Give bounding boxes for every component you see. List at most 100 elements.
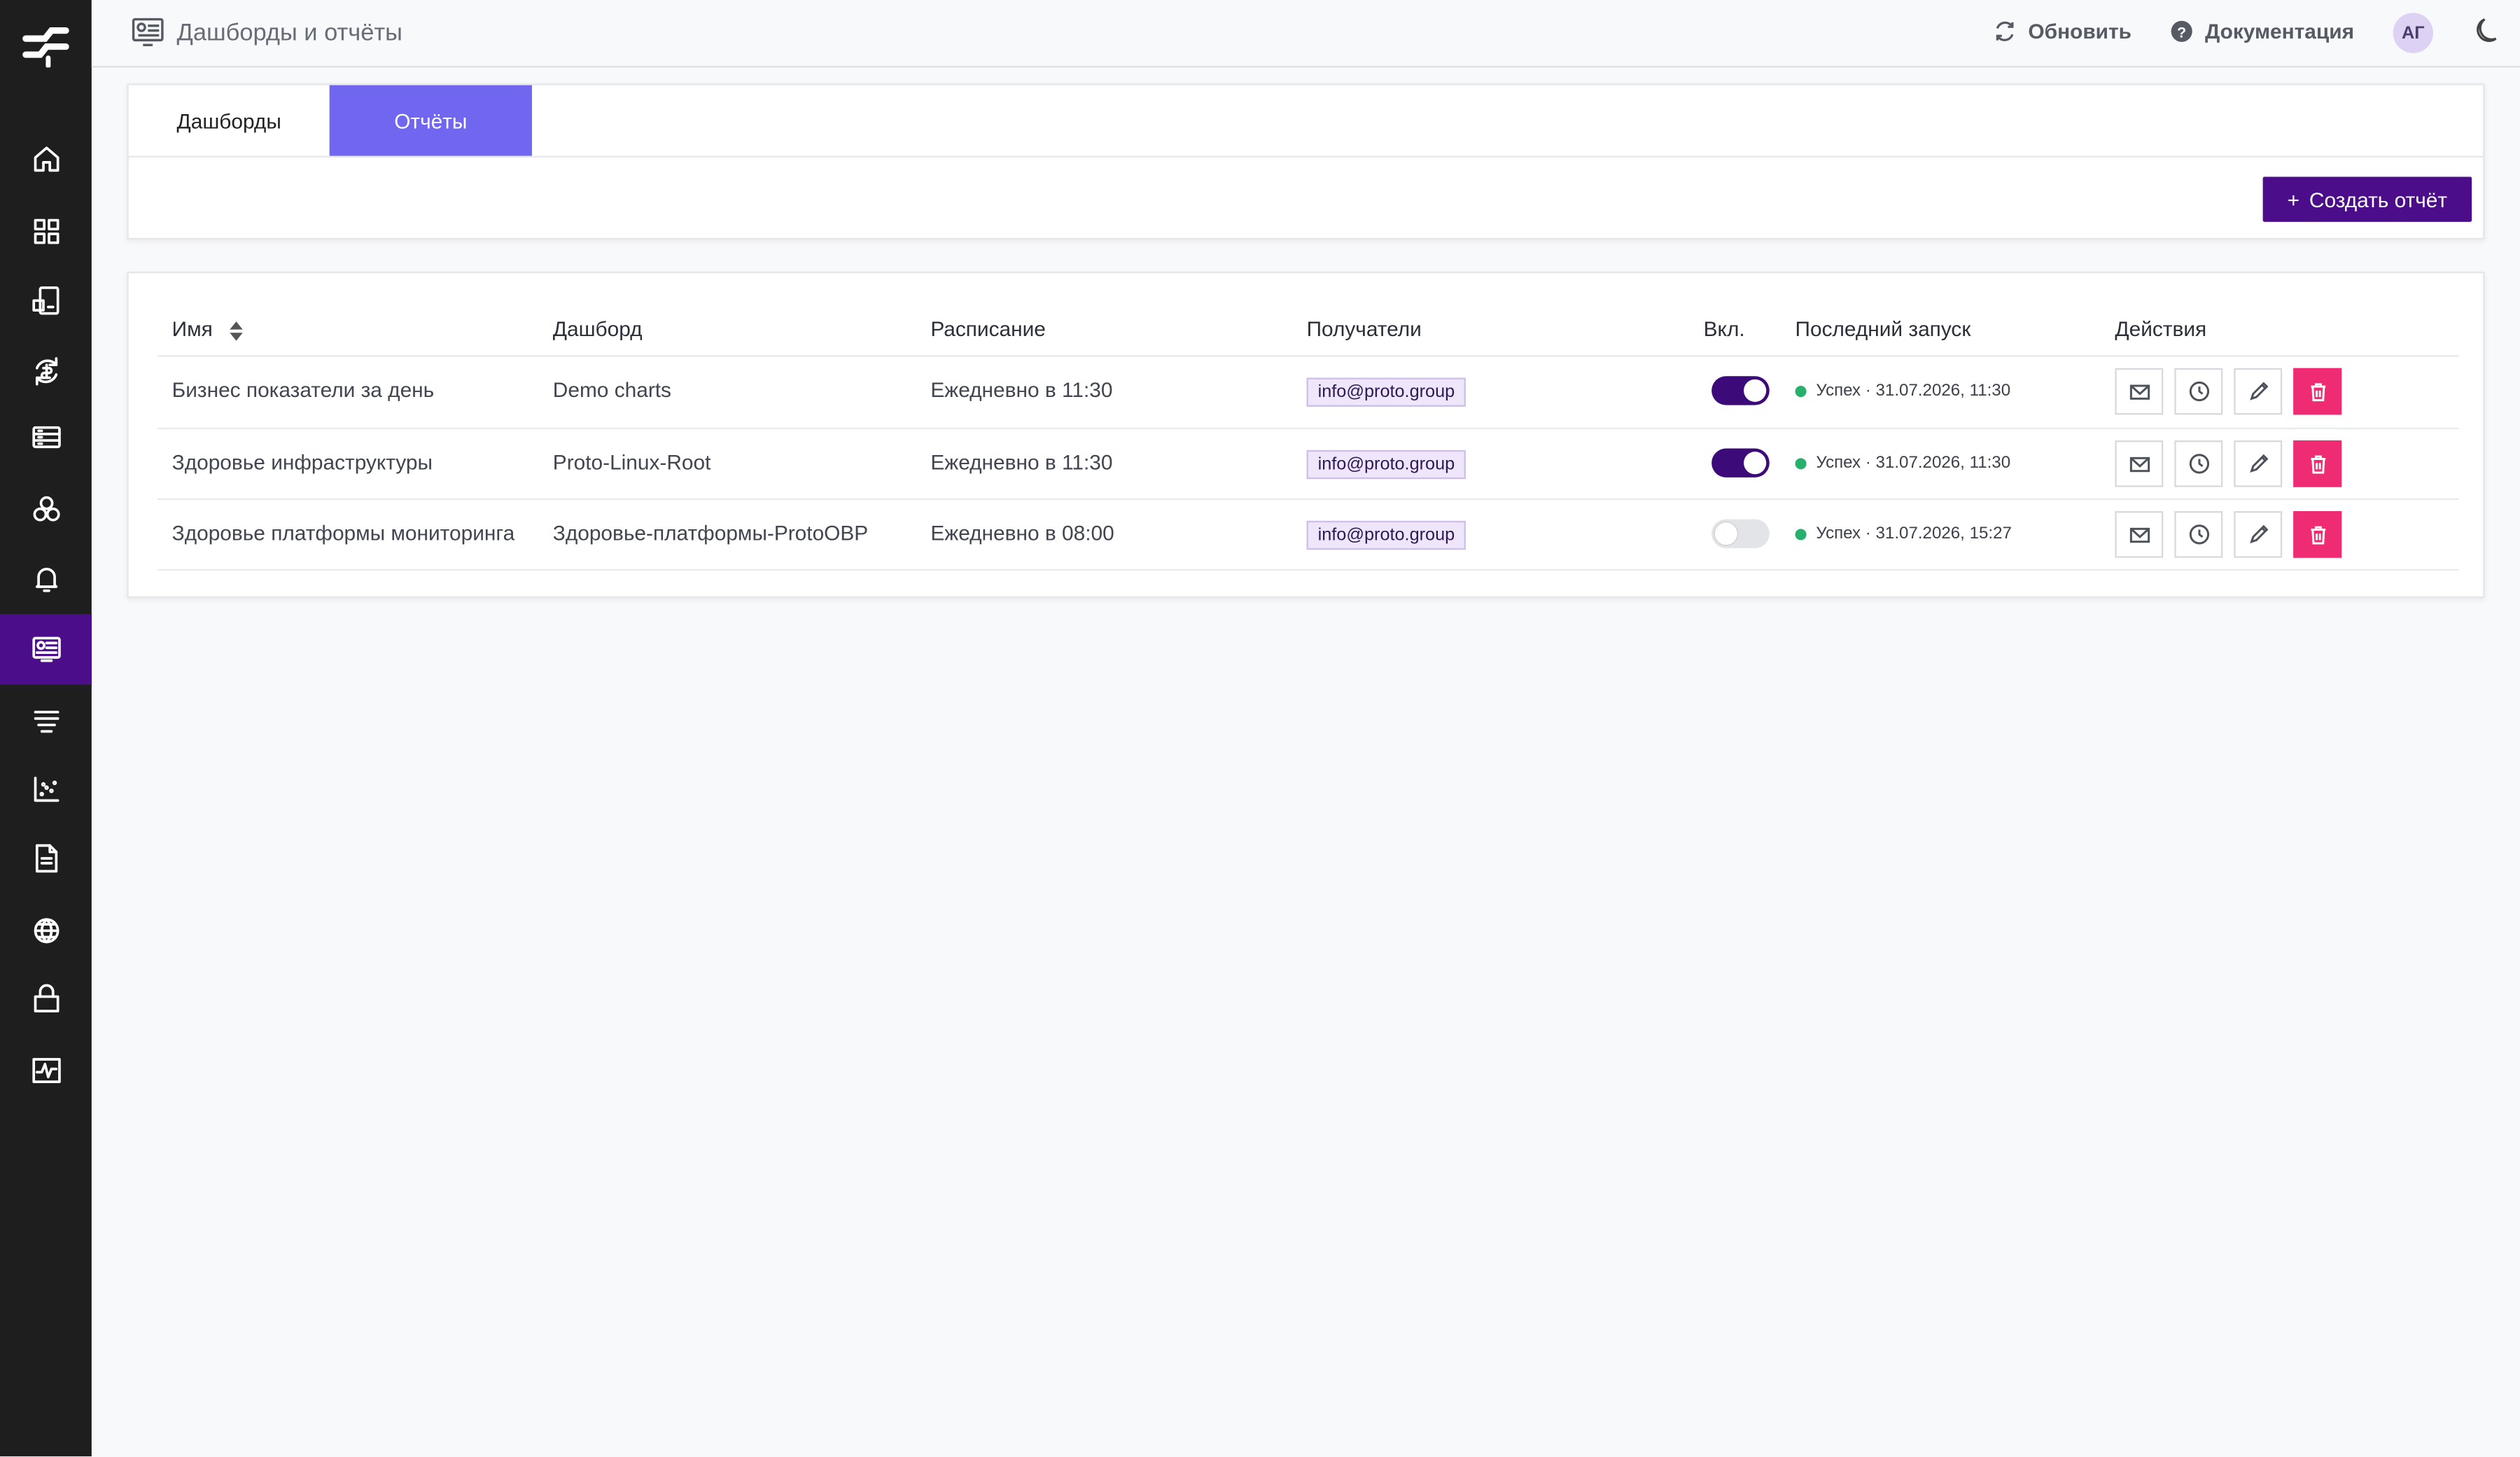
recipient-tag: info@proto.group <box>1306 377 1466 407</box>
sidebar <box>0 0 92 1457</box>
sidebar-item-sync[interactable] <box>0 336 92 407</box>
bell-icon <box>34 567 57 592</box>
success-dot-icon <box>1795 384 1807 396</box>
home-icon <box>33 146 59 172</box>
top-bar: Дашборды и отчёты Обновить ? Документаци… <box>91 0 2520 68</box>
trash-icon <box>2310 383 2325 402</box>
history-button[interactable] <box>2174 440 2223 487</box>
sidebar-item-documents[interactable] <box>0 823 92 894</box>
recipient-tag: info@proto.group <box>1306 520 1466 550</box>
table-row: Бизнес показатели за день Demo charts Еж… <box>157 355 2459 427</box>
last-run-status: Успех · 31.07.2026, 15:27 <box>1795 524 2012 543</box>
help-icon: ? <box>2171 20 2192 42</box>
send-email-button[interactable] <box>2115 440 2164 487</box>
storage-icon <box>31 426 60 449</box>
refresh-button[interactable]: Обновить <box>1993 20 2132 43</box>
page-title: Дашборды и отчёты <box>176 18 402 46</box>
column-header-enabled: Вкл. <box>1703 316 1745 341</box>
sidebar-item-network[interactable] <box>0 895 92 966</box>
logo-icon[interactable] <box>22 26 69 68</box>
enabled-toggle[interactable] <box>1712 519 1770 548</box>
recipient-tag: info@proto.group <box>1306 449 1466 480</box>
column-header-schedule: Расписание <box>930 316 1046 341</box>
clock-icon <box>2188 381 2208 402</box>
column-header-last-run: Последний запуск <box>1795 316 1971 341</box>
sidebar-item-cluster[interactable] <box>0 474 92 545</box>
report-name: Здоровье платформы мониторинга <box>172 520 515 545</box>
delete-button[interactable] <box>2293 511 2342 558</box>
activity-icon <box>31 1058 60 1083</box>
globe-icon <box>33 918 59 944</box>
edit-button[interactable] <box>2234 440 2283 487</box>
plus-icon: + <box>2287 187 2300 211</box>
clock-icon <box>2188 524 2208 545</box>
mail-icon <box>2129 527 2149 543</box>
tab-dashboards[interactable]: Дашборды <box>129 85 330 156</box>
toggle-knob <box>1744 452 1767 475</box>
tab-reports[interactable]: Отчёты <box>329 85 532 156</box>
sidebar-item-home[interactable] <box>0 124 92 195</box>
edit-button[interactable] <box>2234 368 2283 415</box>
trash-icon <box>2310 526 2325 545</box>
send-email-button[interactable] <box>2115 368 2164 415</box>
edit-button[interactable] <box>2234 511 2283 558</box>
trash-icon <box>2310 455 2325 474</box>
report-dashboard: Demo charts <box>552 377 672 402</box>
grid-icon <box>33 218 59 244</box>
sidebar-item-activity[interactable] <box>0 1036 92 1106</box>
success-dot-icon <box>1795 457 1807 469</box>
refresh-icon <box>1996 21 2014 41</box>
sidebar-item-metrics[interactable] <box>0 754 92 825</box>
report-dashboard: Здоровье-платформы-ProtoOBP <box>552 520 869 545</box>
pencil-icon <box>2249 454 2268 473</box>
devices-icon <box>31 286 59 315</box>
documentation-button[interactable]: ? Документация <box>2169 20 2354 43</box>
document-icon <box>34 844 57 873</box>
pencil-icon <box>2249 524 2268 544</box>
enabled-toggle[interactable] <box>1712 376 1770 405</box>
history-button[interactable] <box>2174 368 2223 415</box>
reports-table: Имя Дашборд Расписание Получатели Вкл. П… <box>127 272 2485 599</box>
report-schedule: Ежедневно в 11:30 <box>930 449 1113 475</box>
enabled-toggle[interactable] <box>1712 448 1770 477</box>
table-row: Здоровье платформы мониторинга Здоровье-… <box>157 498 2459 571</box>
user-avatar[interactable]: АГ <box>2393 13 2433 53</box>
tabs-divider <box>128 155 2484 158</box>
delete-button[interactable] <box>2293 368 2342 415</box>
sidebar-item-devices[interactable] <box>0 265 92 336</box>
create-report-button[interactable]: + Создать отчёт <box>2262 176 2472 222</box>
reports-icon <box>132 18 164 47</box>
sidebar-item-storage[interactable] <box>0 402 92 473</box>
sidebar-item-alerts[interactable] <box>0 543 92 614</box>
table-row: Здоровье инфраструктуры Proto-Linux-Root… <box>157 427 2459 500</box>
sidebar-item-security[interactable] <box>0 963 92 1033</box>
report-name: Бизнес показатели за день <box>172 377 435 402</box>
layers-icon <box>33 711 59 733</box>
mail-icon <box>2129 456 2149 473</box>
reports-icon <box>31 636 60 662</box>
sidebar-item-reports[interactable] <box>0 614 92 685</box>
column-header-recipients: Получатели <box>1306 316 1422 341</box>
success-dot-icon <box>1795 528 1807 540</box>
column-header-name[interactable]: Имя <box>172 316 243 341</box>
svg-text:?: ? <box>2177 24 2186 41</box>
last-run-status: Успех · 31.07.2026, 11:30 <box>1795 453 2010 473</box>
toggle-knob <box>1744 379 1767 402</box>
scatter-icon <box>33 776 59 802</box>
report-schedule: Ежедневно в 11:30 <box>930 377 1113 402</box>
sync-icon <box>34 357 57 386</box>
lock-icon <box>33 984 59 1012</box>
sidebar-item-layers[interactable] <box>0 685 92 755</box>
delete-button[interactable] <box>2293 440 2342 487</box>
send-email-button[interactable] <box>2115 511 2164 558</box>
sort-icon[interactable] <box>230 321 243 340</box>
theme-toggle-moon-icon[interactable] <box>2473 16 2499 45</box>
report-schedule: Ежедневно в 08:00 <box>930 520 1114 545</box>
mail-icon <box>2129 384 2149 400</box>
history-button[interactable] <box>2174 511 2223 558</box>
sidebar-item-grid[interactable] <box>0 196 92 267</box>
report-name: Здоровье инфраструктуры <box>172 449 433 475</box>
cluster-icon <box>32 496 59 522</box>
toggle-knob <box>1714 522 1737 545</box>
last-run-status: Успех · 31.07.2026, 11:30 <box>1795 381 2010 400</box>
